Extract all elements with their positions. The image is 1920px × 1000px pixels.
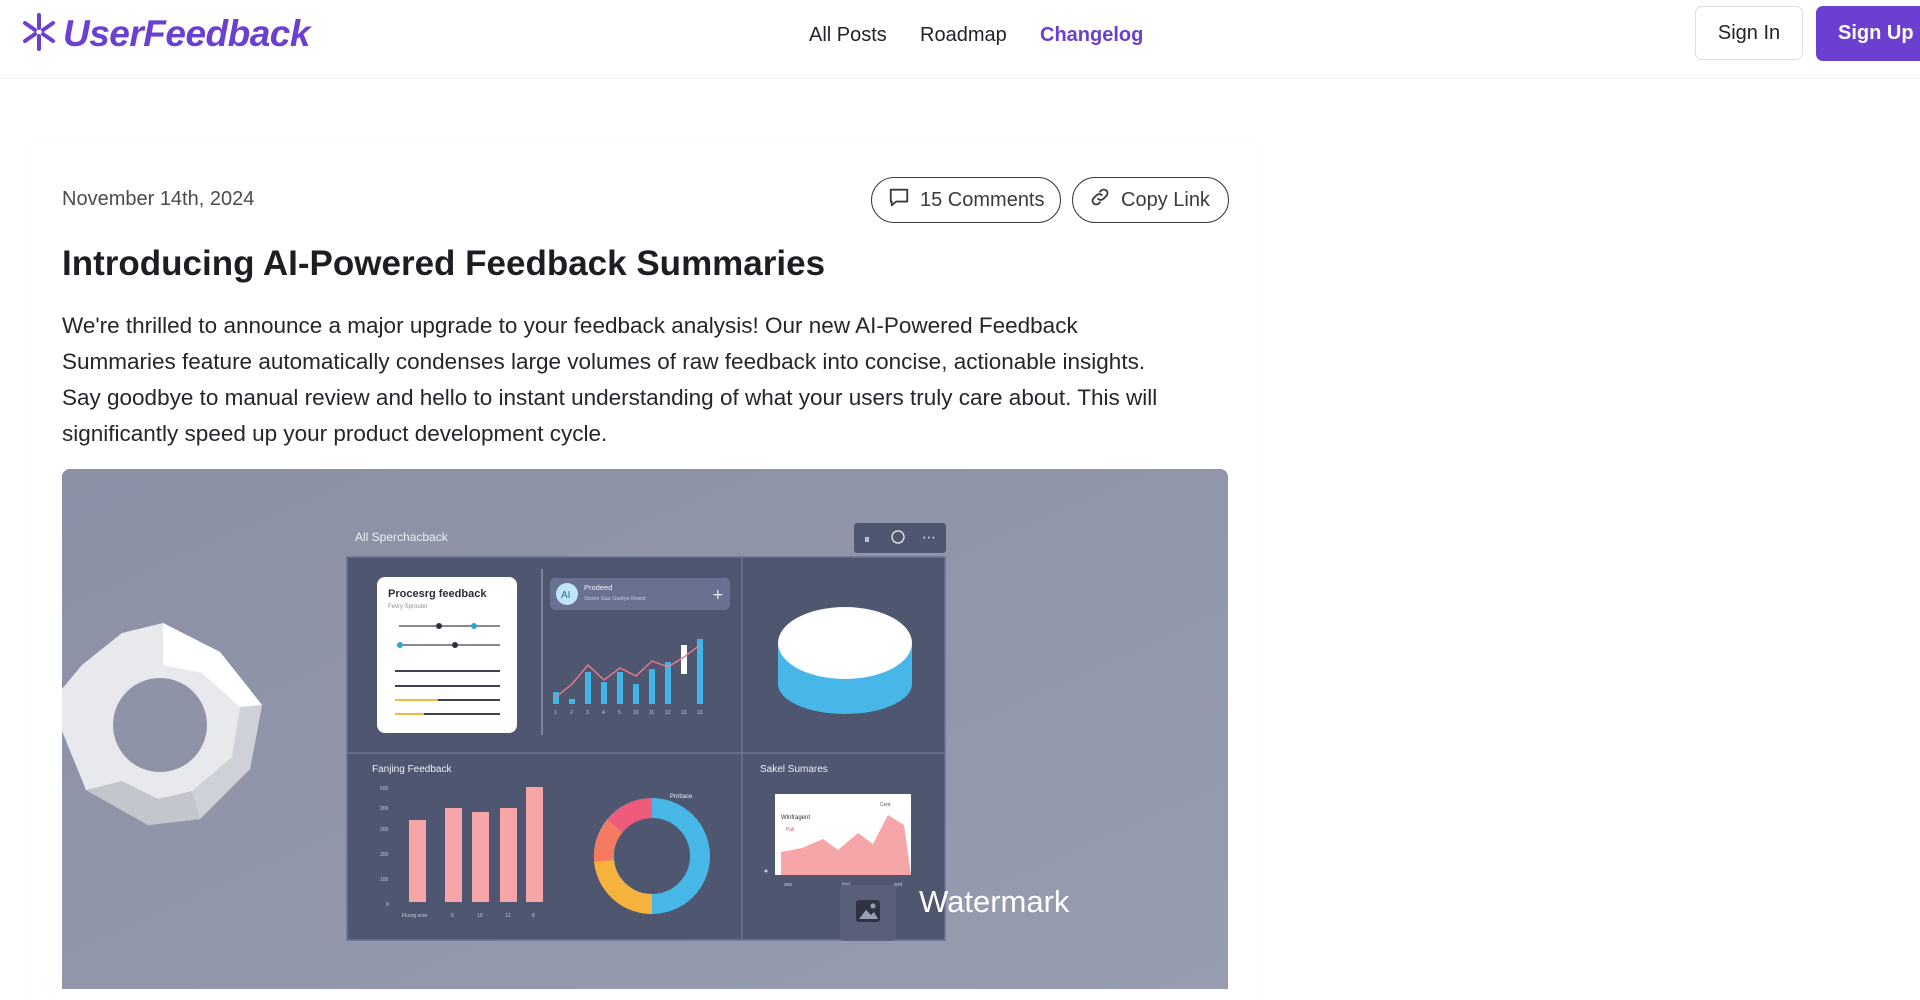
nav-roadmap[interactable]: Roadmap	[920, 0, 1007, 70]
link-icon	[1073, 186, 1121, 214]
nav-all-posts[interactable]: All Posts	[809, 0, 887, 70]
svg-text:+: +	[712, 587, 724, 603]
svg-text:0: 0	[386, 902, 389, 908]
svg-text:ans: ans	[784, 882, 793, 888]
svg-text:1: 1	[554, 710, 557, 716]
svg-text:500: 500	[380, 786, 389, 792]
svg-text:5: 5	[618, 710, 621, 716]
svg-text:12: 12	[505, 913, 511, 919]
post-date: November 14th, 2024	[62, 188, 255, 210]
copy-link-label: Copy Link	[1121, 188, 1210, 211]
svg-text:⏸: ⏸	[864, 532, 870, 546]
svg-text:200: 200	[380, 852, 389, 858]
comments-label: 15 Comments	[920, 188, 1045, 211]
nav-changelog-link[interactable]: Changelog	[1040, 24, 1143, 47]
svg-text:Ststes Saa Gadiye Rneid: Ststes Saa Gadiye Rneid	[584, 596, 645, 602]
svg-text:Pnrbace: Pnrbace	[670, 794, 693, 800]
svg-text:Cent: Cent	[880, 802, 891, 808]
svg-text:Pull: Pull	[786, 827, 794, 833]
sign-in-button[interactable]: Sign In	[1695, 6, 1803, 60]
ranking-feedback-title: Fanjing Feedback	[372, 764, 452, 775]
post-body-line: Summaries feature automatically condense…	[62, 349, 1146, 374]
svg-text:⋯: ⋯	[922, 530, 936, 546]
brand-logo[interactable]: UserFeedback	[21, 10, 310, 58]
top-navigation-bar: UserFeedback All Posts Roadmap Changelog…	[0, 0, 1920, 79]
svg-text:3: 3	[586, 710, 589, 716]
svg-text:12: 12	[665, 710, 671, 716]
post-body-line: significantly speed up your product deve…	[62, 421, 608, 446]
svg-text:100: 100	[380, 877, 389, 883]
svg-text:Prodeed: Prodeed	[584, 583, 612, 592]
svg-text:10: 10	[633, 710, 639, 716]
svg-text:Fluorg sroo: Fluorg sroo	[402, 913, 428, 919]
post-body-line: We're thrilled to announce a major upgra…	[62, 313, 1078, 338]
watermark-label: Watermark	[919, 884, 1070, 919]
nav-all-posts-link[interactable]: All Posts	[809, 24, 887, 47]
image-watermark-icon	[856, 900, 880, 922]
dashboard-title: All Sperchacback	[355, 530, 449, 544]
cylinder-graphic	[778, 607, 912, 714]
svg-text:200: 200	[380, 827, 389, 833]
ai-badge: AI	[561, 590, 570, 601]
svg-text:4: 4	[602, 710, 605, 716]
svg-text:300: 300	[380, 806, 389, 812]
svg-text:8: 8	[532, 913, 535, 919]
spark-logo-icon	[21, 12, 57, 57]
sign-up-button[interactable]: Sign Up	[1816, 6, 1920, 61]
summaries-title: Sakel Sumares	[760, 764, 828, 775]
svg-text:Fevry Sprouter: Fevry Sprouter	[388, 604, 428, 610]
post-body: We're thrilled to announce a major upgra…	[62, 308, 1242, 452]
svg-text:6: 6	[451, 913, 454, 919]
nav-roadmap-link[interactable]: Roadmap	[920, 24, 1007, 47]
svg-text:11: 11	[649, 710, 654, 716]
svg-text:10: 10	[477, 913, 483, 919]
post-body-line: Say goodbye to manual review and hello t…	[62, 385, 1158, 410]
comments-button[interactable]: 15 Comments	[871, 177, 1061, 223]
svg-text:13: 13	[697, 710, 703, 716]
processing-feedback-title: Procesrg feedback	[388, 588, 487, 600]
svg-text:Wlnfragent: Wlnfragent	[781, 815, 810, 821]
copy-link-button[interactable]: Copy Link	[1072, 177, 1229, 223]
svg-text:2: 2	[570, 710, 573, 716]
nav-changelog[interactable]: Changelog	[1040, 0, 1143, 70]
post-title: Introducing AI-Powered Feedback Summarie…	[62, 244, 826, 283]
comment-icon	[872, 186, 920, 214]
svg-text:13: 13	[681, 710, 687, 716]
brand-name: UserFeedback	[63, 13, 310, 54]
